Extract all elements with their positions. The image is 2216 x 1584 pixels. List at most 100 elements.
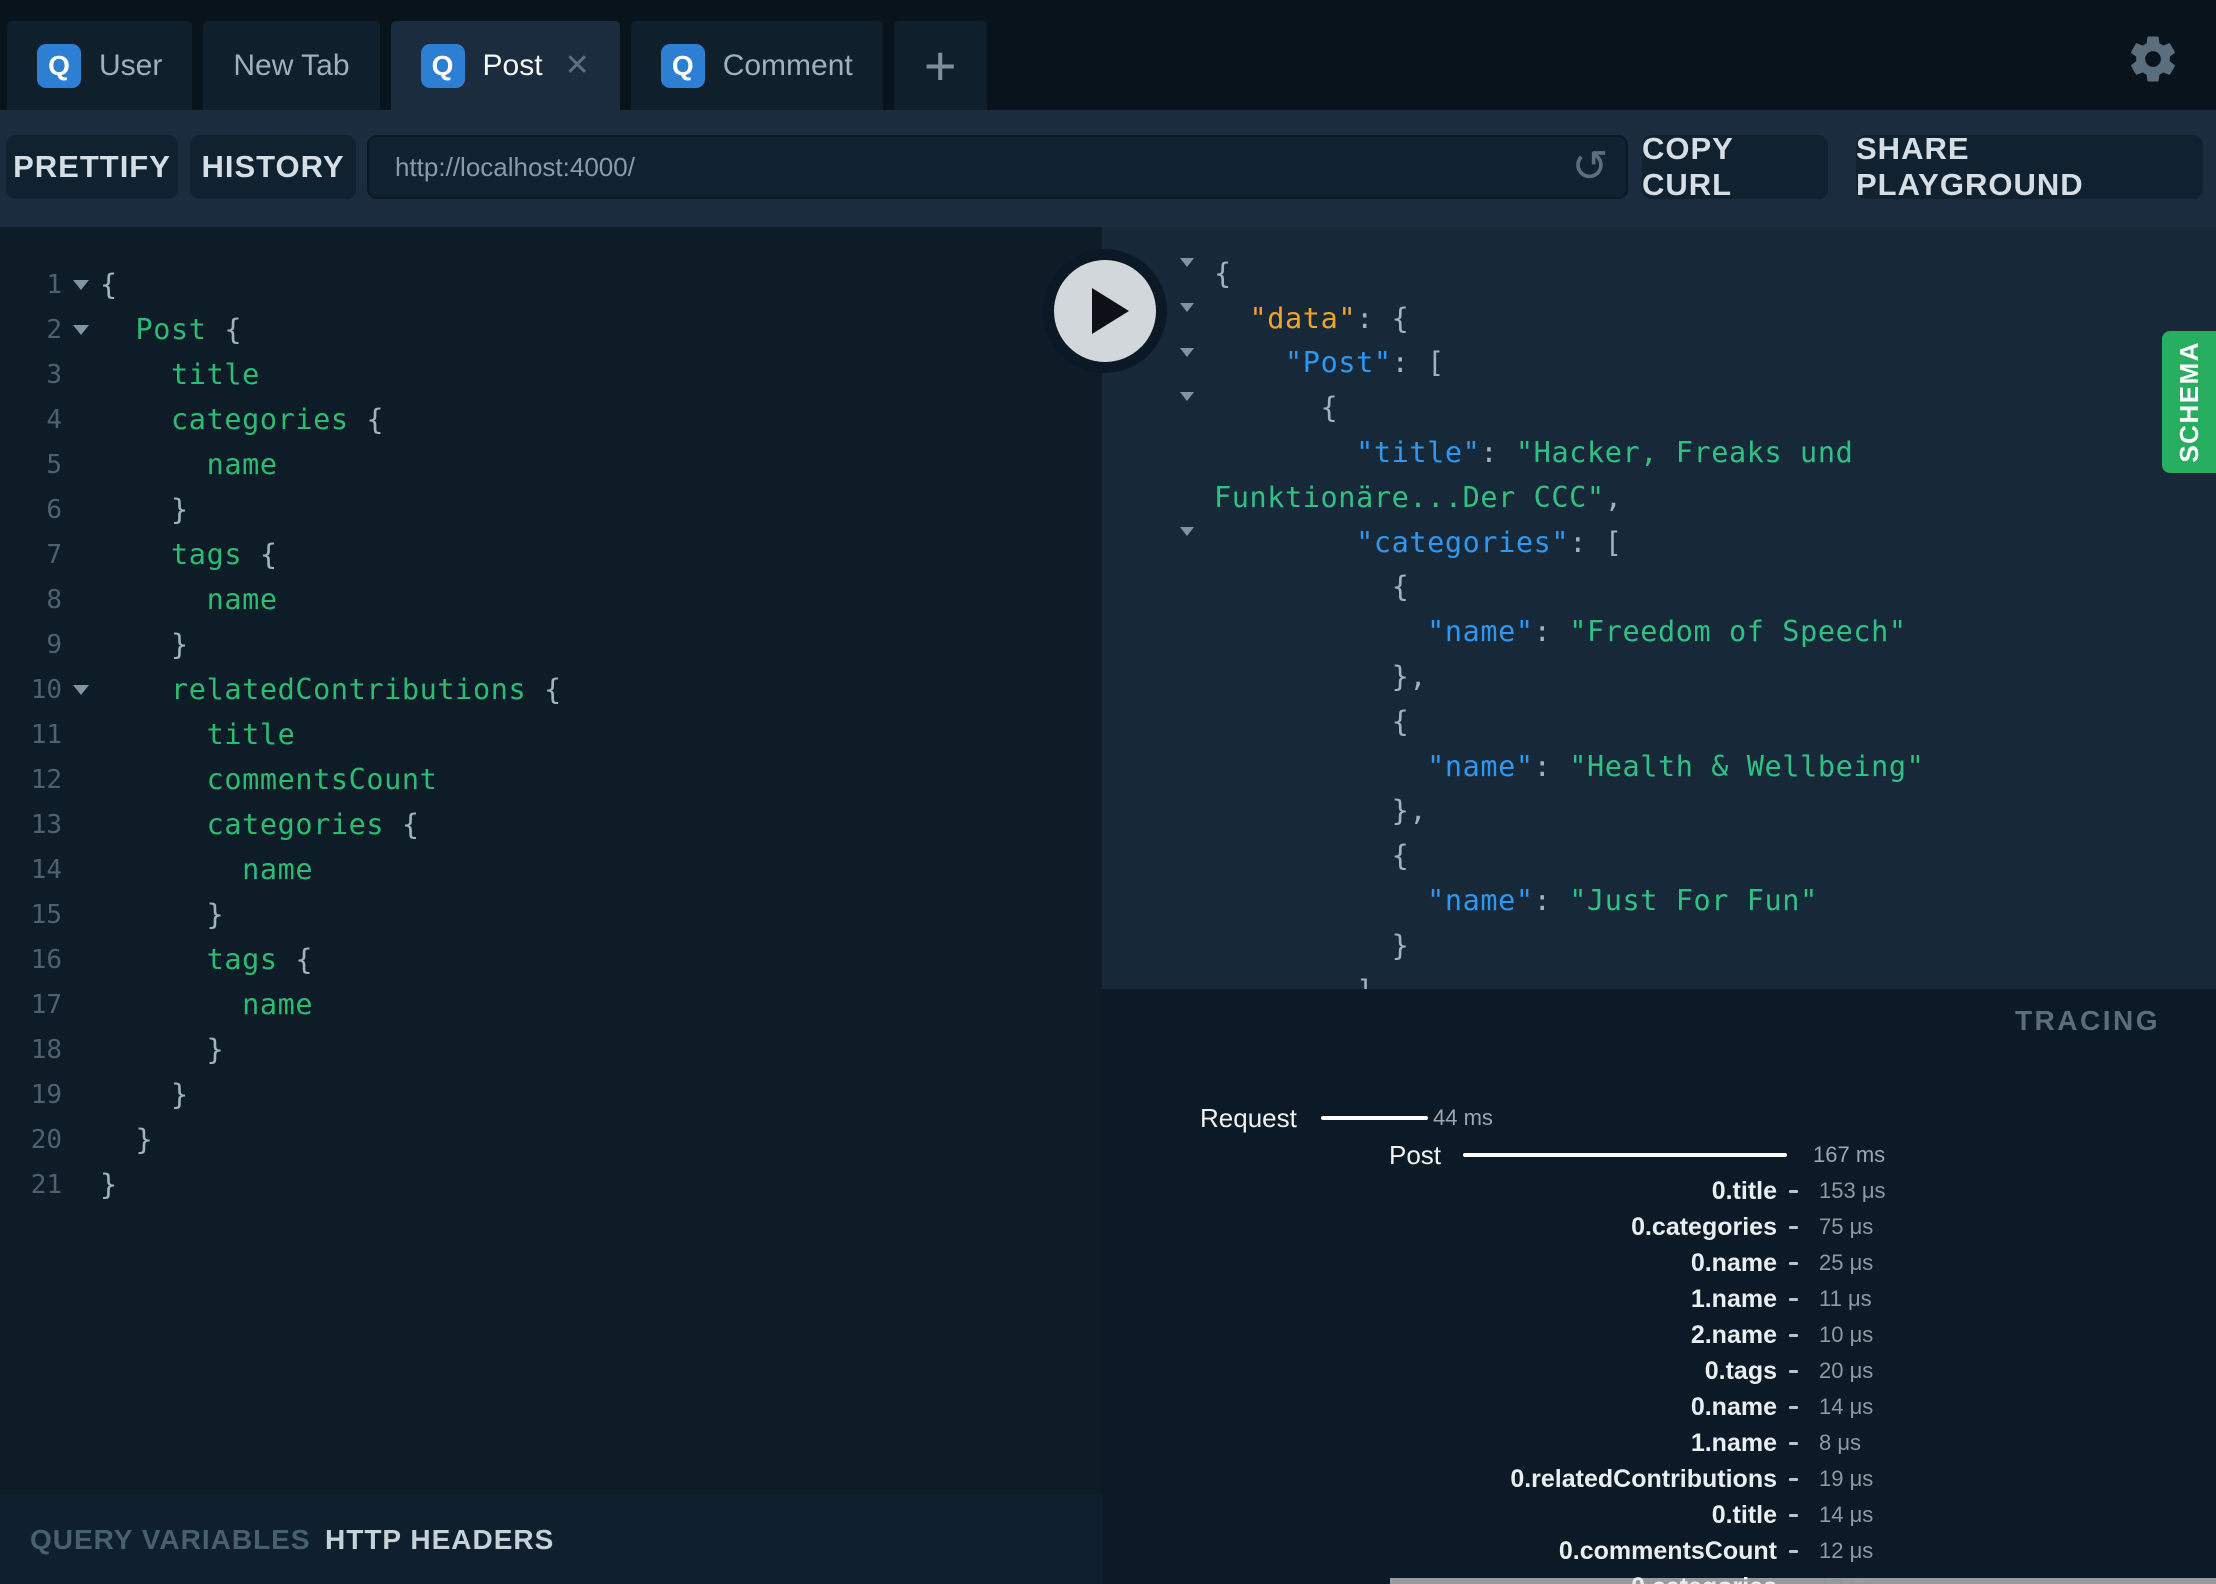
tab-user[interactable]: Q User — [7, 21, 193, 110]
tracing-field-row: 0.categories 75 μs — [1102, 1212, 2216, 1242]
prettify-button[interactable]: PRETTIFY — [6, 135, 178, 199]
tracing-field-row: 1.name 8 μs — [1102, 1428, 2216, 1458]
tab-new-tab[interactable]: New Tab — [203, 21, 380, 110]
tracing-duration-bar — [1321, 1116, 1428, 1120]
fold-arrow[interactable] — [62, 684, 100, 695]
line-number: 13 — [30, 809, 62, 840]
tracing-field-label: 0.title — [1711, 1177, 1777, 1205]
response-panel: { "data": { "Post": [ { "title": "Hacker… — [1102, 227, 2216, 1584]
tracing-field-value: 11 μs — [1819, 1286, 1872, 1311]
schema-side-tab[interactable]: SCHEMA — [2162, 331, 2216, 473]
query-editor-panel[interactable]: 1{2 Post {3 title 4 categories {5 name 6 }… — [0, 227, 1102, 1584]
tracing-field-label: 0.categories — [1631, 1213, 1777, 1241]
tracing-panel[interactable]: TRACING Request 44 ms Post 167 ms 0.title 153… — [1102, 989, 2216, 1584]
line-number: 3 — [46, 359, 62, 390]
query-line: 11 title — [0, 712, 1102, 757]
line-number: 10 — [30, 674, 62, 705]
tab-bar: Q User New Tab Q Post ✕ Q Comment + — [0, 0, 2216, 110]
tab-comment[interactable]: Q Comment — [630, 21, 883, 110]
fold-arrow[interactable] — [62, 324, 100, 335]
tracing-field-label: 0.commentsCount — [1558, 1537, 1777, 1565]
tracing-field-value: 10 μs — [1819, 1322, 1874, 1347]
tracing-field-label: 2.name — [1690, 1321, 1777, 1349]
tracing-field-row: 2.name 10 μs — [1102, 1320, 2216, 1350]
tracing-dash — [1789, 1226, 1798, 1229]
response-line: { — [1102, 385, 2216, 430]
tab-label: New Tab — [233, 48, 350, 82]
execute-query-button[interactable] — [1043, 249, 1167, 373]
tracing-heading: TRACING — [2014, 1005, 2160, 1036]
query-line: 21} — [0, 1162, 1102, 1207]
tracing-field-row: 0.commentsCount 12 μs — [1102, 1536, 2216, 1566]
query-line: 5 name — [0, 442, 1102, 487]
tab-label: Comment — [722, 48, 853, 82]
tracing-field-value: 14 μs — [1819, 1394, 1874, 1419]
add-tab-button[interactable]: + — [893, 21, 987, 110]
tracing-field-value: 153 μs — [1819, 1178, 1886, 1203]
close-icon[interactable]: ✕ — [565, 48, 590, 83]
endpoint-url-input[interactable] — [367, 135, 1628, 199]
toolbar: PRETTIFY HISTORY ↺ COPY CURL SHARE PLAYG… — [0, 110, 2216, 227]
tracing-field-label: 0.name — [1690, 1249, 1777, 1277]
fold-arrow[interactable] — [1180, 347, 1194, 375]
tracing-field-label: 0.relatedContributions — [1510, 1465, 1777, 1493]
fold-arrow[interactable] — [1180, 392, 1194, 419]
editor-bottom-bar: QUERY VARIABLES HTTP HEADERS — [0, 1495, 1102, 1584]
tracing-field-row: 0.categories 13 μs — [1102, 1572, 2216, 1584]
line-number: 8 — [46, 584, 62, 615]
line-number: 1 — [46, 269, 62, 300]
query-line: 13 categories { — [0, 802, 1102, 847]
query-line: 16 tags { — [0, 937, 1102, 982]
query-line: 7 tags { — [0, 532, 1102, 577]
response-line: ] — [1102, 968, 2216, 989]
play-icon — [1054, 260, 1156, 362]
tracing-field-value: 19 μs — [1819, 1466, 1874, 1491]
query-variables-tab[interactable]: QUERY VARIABLES — [30, 1495, 311, 1584]
response-line: { — [1214, 570, 1410, 604]
tab-strip: Q User New Tab Q Post ✕ Q Comment + — [7, 21, 987, 110]
response-line: "name": "Just For Fun" — [1427, 884, 1818, 918]
response-viewer[interactable]: { "data": { "Post": [ { "title": "Hacker… — [1102, 227, 2216, 989]
query-line: 2 Post { — [0, 307, 1102, 352]
response-line: "name": "Freedom of Speech" — [1427, 615, 1907, 649]
tracing-dash — [1789, 1550, 1798, 1553]
tab-post[interactable]: Q Post ✕ — [390, 21, 620, 110]
http-headers-tab[interactable]: HTTP HEADERS — [325, 1495, 554, 1584]
tracing-field-label: 0.title — [1711, 1501, 1777, 1529]
tracing-dash — [1789, 1442, 1798, 1445]
settings-button[interactable] — [2126, 32, 2180, 86]
query-line: 3 title — [0, 352, 1102, 397]
line-number: 16 — [30, 944, 62, 975]
fold-arrow[interactable] — [1180, 302, 1194, 330]
response-line: "data": { — [1102, 296, 2216, 341]
response-line: }, — [1214, 794, 1428, 828]
query-line: 4 categories { — [0, 397, 1102, 442]
query-line: 12 commentsCount — [0, 757, 1102, 802]
tracing-dash — [1789, 1406, 1798, 1409]
query-line: 10 relatedContributions { — [0, 667, 1102, 712]
history-button[interactable]: HISTORY — [190, 135, 356, 199]
query-badge: Q — [420, 43, 465, 88]
response-line: } — [1214, 928, 1410, 962]
line-number: 7 — [46, 539, 62, 570]
line-number: 4 — [46, 404, 62, 435]
tracing-dash — [1789, 1478, 1798, 1481]
line-number: 14 — [30, 854, 62, 885]
copy-curl-button[interactable]: COPY CURL — [1642, 131, 1828, 202]
query-line: 15 } — [0, 892, 1102, 937]
reload-icon[interactable]: ↺ — [1566, 143, 1614, 191]
line-number: 11 — [30, 719, 62, 750]
fold-arrow[interactable] — [1180, 526, 1194, 554]
tracing-field-row: 0.name 25 μs — [1102, 1248, 2216, 1278]
share-playground-button[interactable]: SHARE PLAYGROUND — [1856, 131, 2203, 202]
tracing-field-value: 20 μs — [1819, 1358, 1874, 1383]
query-badge: Q — [37, 43, 81, 88]
fold-arrow[interactable] — [62, 279, 100, 290]
tab-label: Post — [482, 48, 543, 82]
tracing-field-row: 0.title 153 μs — [1102, 1176, 2216, 1206]
tracing-field-row: 0.tags 20 μs — [1102, 1356, 2216, 1386]
fold-arrow[interactable] — [1180, 258, 1194, 285]
tracing-field-value: 75 μs — [1819, 1214, 1874, 1239]
query-line: 8 name — [0, 577, 1102, 622]
query-editor[interactable]: 1{2 Post {3 title 4 categories {5 name 6 }… — [0, 262, 1102, 1207]
